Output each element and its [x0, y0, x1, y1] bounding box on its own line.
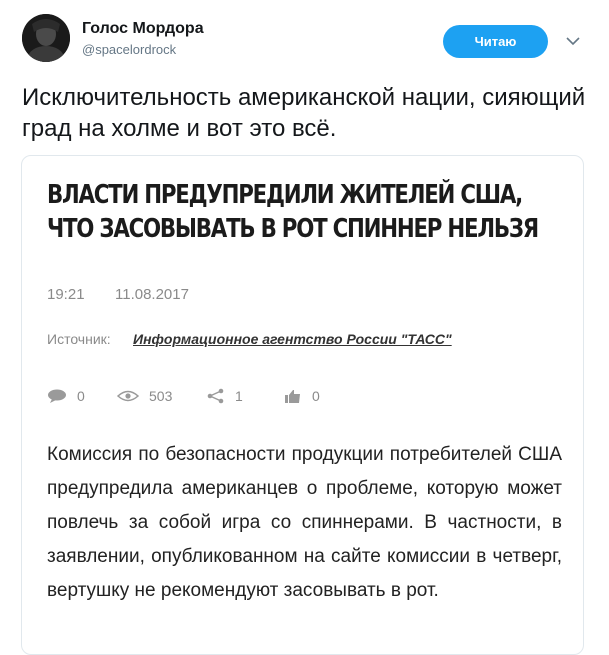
article-card[interactable]: ВЛАСТИ ПРЕДУПРЕДИЛИ ЖИТЕЛЕЙ США, ЧТО ЗАС…	[21, 155, 584, 655]
article-headline: ВЛАСТИ ПРЕДУПРЕДИЛИ ЖИТЕЛЕЙ США, ЧТО ЗАС…	[47, 178, 539, 246]
headline-line-1: ВЛАСТИ ПРЕДУПРЕДИЛИ ЖИТЕЛЕЙ США,	[47, 180, 523, 210]
headline-line-2: ЧТО ЗАСОВЫВАТЬ В РОТ СПИННЕР НЕЛЬЗЯ	[47, 214, 539, 244]
source-link[interactable]: Информационное агентство России "ТАСС"	[133, 331, 452, 347]
stat-likes[interactable]: 0	[284, 388, 320, 404]
source-label: Источник:	[47, 331, 111, 347]
thumbs-up-icon	[285, 390, 300, 403]
share-icon	[207, 388, 224, 404]
comments-count: 0	[77, 388, 85, 404]
likes-count: 0	[312, 388, 320, 404]
eye-icon	[117, 390, 139, 402]
article-time: 19:21	[47, 286, 85, 303]
views-count: 503	[149, 388, 173, 404]
user-handle[interactable]: @spacelordrock	[82, 42, 176, 57]
avatar[interactable]	[22, 14, 70, 62]
avatar-image	[22, 14, 70, 62]
tweet: Голос Мордора @spacelordrock Читаю Исклю…	[0, 0, 609, 655]
shares-count: 1	[235, 388, 243, 404]
article-body: Комиссия по безопасности продукции потре…	[47, 444, 562, 601]
article-date: 11.08.2017	[115, 286, 189, 303]
speech-bubble-icon	[48, 389, 66, 403]
stat-views: 503	[117, 388, 172, 404]
chevron-down-icon[interactable]	[566, 36, 580, 46]
stat-shares[interactable]: 1	[207, 388, 243, 404]
stat-comments[interactable]: 0	[47, 388, 85, 404]
follow-button[interactable]: Читаю	[443, 25, 548, 58]
tweet-text: Исключительность американской нации, сия…	[22, 84, 586, 142]
user-name[interactable]: Голос Мордора	[82, 20, 204, 38]
